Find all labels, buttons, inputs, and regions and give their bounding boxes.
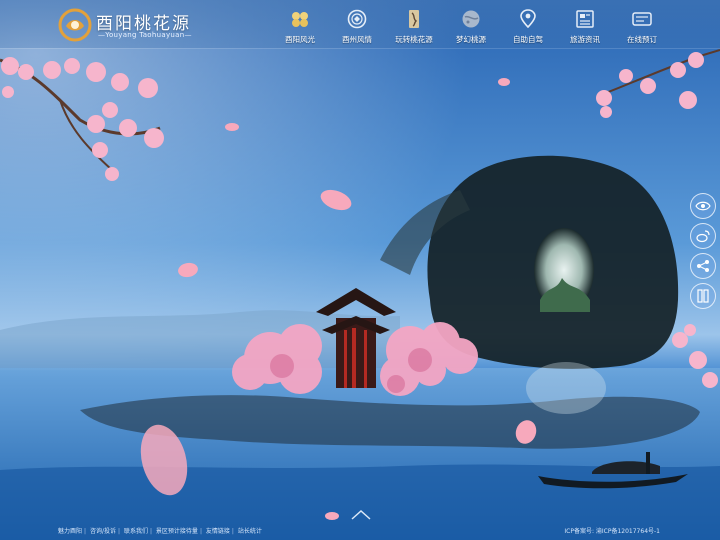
nav-label: 旅游资讯 <box>570 35 600 44</box>
scroll-figure-icon <box>409 10 419 28</box>
footer-links: 魅力酉阳 | 咨询/投诉 | 联系我们 | 景区预计接待量 | 友情链接 | 站长统计 <box>58 528 262 535</box>
brand-subtitle: —Youyang Taohuayuan— <box>98 31 192 39</box>
nav-label: 玩转桃花源 <box>395 35 433 44</box>
logo-emblem-icon <box>58 8 92 42</box>
nav-item-customs[interactable]: 酉州风情 <box>327 6 387 46</box>
nav-item-explore[interactable]: 玩转桃花源 <box>384 6 444 46</box>
nav-label: 酉阳风光 <box>285 35 315 44</box>
news-icon <box>576 10 594 28</box>
view-button[interactable] <box>690 193 716 219</box>
booking-icon <box>632 12 652 26</box>
share-icon <box>697 260 709 272</box>
background-scene <box>0 0 720 540</box>
nav-item-scenery[interactable]: 酉阳风光 <box>270 6 330 46</box>
moon-globe-icon <box>462 10 480 28</box>
nav-item-dream[interactable]: 梦幻桃源 <box>441 6 501 46</box>
coins-icon <box>292 12 308 27</box>
footer-link[interactable]: 站长统计 <box>238 528 262 535</box>
share-button[interactable] <box>690 253 716 279</box>
site-logo[interactable]: 酉阳桃花源 —Youyang Taohuayuan— <box>58 6 208 44</box>
nav-item-selfdrive[interactable]: 自助自驾 <box>498 6 558 46</box>
nav-label: 酉州风情 <box>342 35 372 44</box>
book-icon <box>697 289 709 303</box>
weibo-button[interactable] <box>690 223 716 249</box>
side-toolbar <box>690 193 716 313</box>
medallion-icon <box>347 9 367 29</box>
icp-notice: ICP备案号: 渝ICP备12017764号-1 <box>564 528 660 535</box>
eye-icon <box>695 201 711 211</box>
nav-label: 梦幻桃源 <box>456 35 486 44</box>
guide-button[interactable] <box>690 283 716 309</box>
nav-label: 自助自驾 <box>513 35 543 44</box>
top-header: 酉阳桃花源 —Youyang Taohuayuan— 酉阳风光 酉州风情 玩转桃… <box>0 0 720 48</box>
nav-item-booking[interactable]: 在线预订 <box>612 6 672 46</box>
map-pin-icon <box>520 9 536 29</box>
footer-link[interactable]: 咨询/投诉 <box>90 528 116 535</box>
main-nav: 酉阳风光 酉州风情 玩转桃花源 梦幻桃源 自助自驾 旅游资讯 在线预订 <box>270 6 720 46</box>
footer-link[interactable]: 魅力酉阳 <box>58 528 82 535</box>
nav-item-news[interactable]: 旅游资讯 <box>555 6 615 46</box>
footer-link[interactable]: 景区预计接待量 <box>156 528 198 535</box>
nav-label: 在线预订 <box>627 35 657 44</box>
footer-link[interactable]: 联系我们 <box>124 528 148 535</box>
weibo-icon <box>696 230 710 243</box>
scroll-up-chevron-icon[interactable] <box>350 508 372 520</box>
footer-link[interactable]: 友情链接 <box>206 528 230 535</box>
footer: 魅力酉阳 | 咨询/投诉 | 联系我们 | 景区预计接待量 | 友情链接 | 站长统计 I… <box>0 522 720 540</box>
